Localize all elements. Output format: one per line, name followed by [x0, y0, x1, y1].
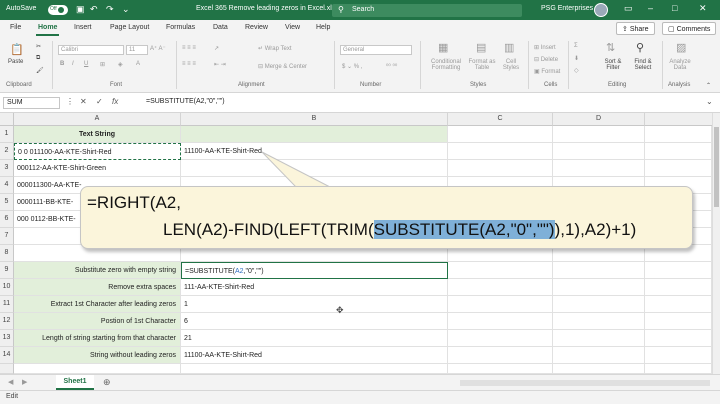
callout-formula-end: ),1),A2)+1)	[554, 220, 637, 239]
sheet-tab-sheet1[interactable]: Sheet1	[56, 375, 94, 390]
vertical-scrollbar[interactable]	[712, 113, 720, 374]
add-sheet-icon[interactable]: ⊕	[103, 377, 111, 388]
next-sheet-icon[interactable]: ▶	[22, 378, 27, 386]
status-bar: Edit	[0, 390, 720, 404]
crosshair-cursor-icon: ✥	[336, 305, 344, 315]
prev-sheet-icon[interactable]: ◀	[8, 378, 13, 386]
scrollbar-thumb[interactable]	[714, 127, 719, 207]
status-mode: Edit	[6, 393, 19, 400]
callout-line-1: =RIGHT(A2,	[87, 193, 181, 212]
callout-line-2: LEN(A2)-FIND(LEFT(TRIM(SUBSTITUTE(A2,"0"…	[163, 220, 636, 240]
horizontal-scrollbar[interactable]	[460, 380, 710, 386]
sheet-tabs-bar: ◀ ▶ Sheet1 ⊕	[0, 374, 720, 390]
formula-callout: =RIGHT(A2, LEN(A2)-FIND(LEFT(TRIM(SUBSTI…	[80, 186, 693, 249]
callout-formula-start: LEN(A2)-FIND(LEFT(TRIM(	[163, 220, 374, 239]
callout-highlight: SUBSTITUTE(A2,"0","")	[373, 220, 555, 239]
